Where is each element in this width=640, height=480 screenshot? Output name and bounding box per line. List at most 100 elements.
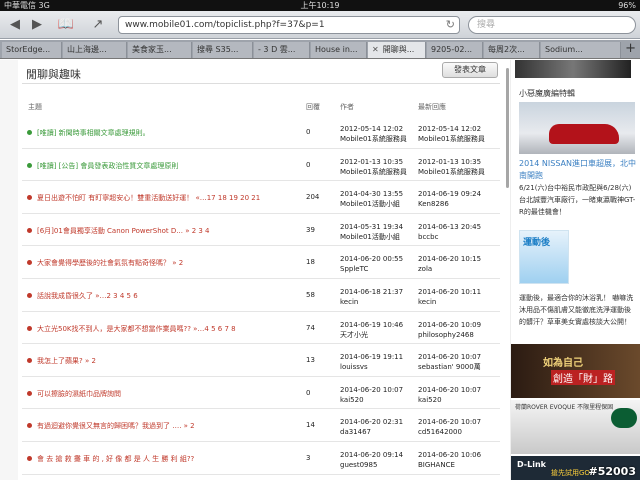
topic-title-link[interactable]: 話說我成昏很久了 »…2 3 4 5 6 <box>37 291 302 301</box>
table-row[interactable]: 會 去 搶 救 攤 車 的 , 好 像 都 是 人 生 勝 利 組?? 3 2014… <box>22 442 500 475</box>
author-name-link[interactable]: kecin <box>340 298 358 306</box>
table-row[interactable]: 大家會覺得學歷後的社會氣氛有點奇怪嗎？ » 2 18 2014-06-20 00:5… <box>22 246 500 279</box>
reload-icon[interactable]: ↻ <box>446 17 455 33</box>
table-row[interactable]: 夏日出遊不怕盯 有盯寧超安心！雙重活動送好運！ «…17 18 19 20 21… <box>22 181 500 214</box>
tab-sodium[interactable]: Sodium... <box>541 42 621 58</box>
share-icon[interactable]: ↗ <box>88 15 108 35</box>
last-reply-date: 2014-06-20 10:07 <box>418 385 482 394</box>
author-date: 2014-06-20 10:07 <box>340 385 404 394</box>
car-ad-banner[interactable] <box>515 60 631 78</box>
last-reply-author-link[interactable]: philosophy2468 <box>418 331 474 339</box>
last-reply-cell: 2014-06-20 10:15 zola <box>418 254 481 274</box>
tab-mountain-sea[interactable]: 山上海邊... <box>63 42 127 58</box>
scrollbar[interactable] <box>506 68 509 188</box>
table-row[interactable]: 我怎上了蘋果? » 2 13 2014-06-19 19:11 louissvs 201… <box>22 344 500 377</box>
topic-title-link[interactable]: [唯讀] 新聞時事相關文章處理規則。 <box>37 128 302 138</box>
new-tab-button[interactable]: + <box>625 41 636 56</box>
close-tab-icon[interactable]: ✕ <box>372 45 379 54</box>
topic-bullet-icon <box>27 162 32 168</box>
tab-chat-fun[interactable]: ✕ 開聊與... <box>368 42 426 58</box>
address-bar[interactable]: www.mobile01.com/topiclist.php?f=37&p=1 … <box>118 16 460 34</box>
table-row[interactable]: 話說我成昏很久了 »…2 3 4 5 6 58 2014-06-18 21:37 ke… <box>22 279 500 312</box>
topic-title-link[interactable]: 大家會覺得學歷後的社會氣氛有點奇怪嗎？ » 2 <box>37 258 302 268</box>
topic-title-link[interactable]: 有過迴避你覺很又無言的歸困嗎？我過到了 …. » 2 <box>37 421 302 431</box>
bookmarks-icon[interactable]: 📖 <box>56 15 76 35</box>
topic-bullet-icon <box>27 227 32 233</box>
tab-weekly[interactable]: 每周2次... <box>484 42 540 58</box>
topic-title-link[interactable]: 我怎上了蘋果? » 2 <box>37 356 302 366</box>
header-author: 作者 <box>340 103 354 111</box>
reply-count: 18 <box>306 258 315 267</box>
sidebar-title: 小惡魔廣編特輯 <box>519 89 575 98</box>
author-name-link[interactable]: Mobile01活動小組 <box>340 200 400 208</box>
author-name-link[interactable]: Mobile01活動小組 <box>340 233 400 241</box>
table-row[interactable]: 大立光50K找不到人，是大家都不想當作業員嗎?? »…4 5 6 7 8 74 20… <box>22 312 500 345</box>
search-input[interactable]: 搜尋 <box>468 16 636 34</box>
last-reply-author-link[interactable]: Mobile01系統服務員 <box>418 168 485 176</box>
last-reply-author-link[interactable]: zola <box>418 265 432 273</box>
author-name-link[interactable]: Mobile01系統服務員 <box>340 168 407 176</box>
last-reply-author-link[interactable]: BIGHANCE <box>418 461 455 469</box>
nissan-car-image[interactable] <box>519 102 635 154</box>
reply-count: 58 <box>306 291 315 299</box>
table-row[interactable]: [唯讀] 新聞時事相關文章處理規則。 0 2012-05-14 12:02 Mobil… <box>22 116 500 149</box>
author-name-link[interactable]: da31467 <box>340 428 371 436</box>
tab-house[interactable]: House in... <box>311 42 367 58</box>
battery-level: 96% <box>618 1 636 10</box>
table-row[interactable]: [唯讀] [公告] 會員發表政治性質文章處理原則 0 2012-01-13 10:3… <box>22 149 500 182</box>
reply-count: 0 <box>306 128 311 136</box>
sidebar-headline-link[interactable]: 2014 NISSAN進口車超展，北中南開跑 <box>519 158 637 182</box>
finance-ad-banner[interactable]: 如為自己 創造「財」路 <box>511 344 640 398</box>
author-date: 2014-04-30 13:55 <box>340 190 404 199</box>
tab-search-s35[interactable]: 搜尋 S35... <box>193 42 253 58</box>
last-reply-author-link[interactable]: kecin <box>418 298 436 306</box>
topic-title-link[interactable]: [唯讀] [公告] 會員發表政治性質文章處理原則 <box>37 161 302 171</box>
left-gutter <box>0 60 18 480</box>
post-article-button[interactable]: 發表文章 <box>442 62 498 78</box>
table-row[interactable]: 可以擦臉的濕紙巾品牌詢問 0 2014-06-20 10:07 kai520 2014-… <box>22 377 500 410</box>
table-row[interactable]: [6月]01會員獨享活動 Canon PowerShot D... » 2 3 … <box>22 214 500 247</box>
author-name-link[interactable]: kai520 <box>340 396 364 404</box>
last-reply-author-link[interactable]: cd51642000 <box>418 428 462 436</box>
bodywash-image[interactable]: 運動後 <box>519 230 569 284</box>
author-name-link[interactable]: 天才小光 <box>340 331 368 339</box>
tab-gourmet[interactable]: 美食家玉... <box>128 42 192 58</box>
topic-bullet-icon <box>27 260 32 266</box>
author-name-link[interactable]: SppleTC <box>340 265 368 273</box>
last-reply-cell: 2012-05-14 12:02 Mobile01系統服務員 <box>418 124 485 144</box>
forward-icon[interactable]: ▶ <box>28 15 46 35</box>
author-date: 2014-06-18 21:37 <box>340 288 404 296</box>
last-reply-author-link[interactable]: Ken8286 <box>418 200 449 208</box>
last-reply-date: 2014-06-19 09:24 <box>418 190 482 199</box>
reply-count: 204 <box>306 193 320 202</box>
sidebar-desc2: 運動後，最適合你的沐浴乳！ 嚇嘛洗沐用品不傷肌膚又能徹底洗淨運動後的髒汗？草車美… <box>519 294 634 326</box>
tab-9205[interactable]: 9205-02... <box>427 42 483 58</box>
author-cell: 2014-06-20 10:07 kai520 <box>340 385 403 405</box>
author-name-link[interactable]: louissvs <box>340 363 368 371</box>
land-rover-ad-banner[interactable]: 荷蘭ROVER EVOQUE 不限里程保固 <box>511 400 640 454</box>
author-date: 2014-06-19 10:46 <box>340 320 404 329</box>
table-row[interactable]: 有過迴避你覺很又無言的歸困嗎？我過到了 …. » 2 14 2014-06-20 0… <box>22 409 500 442</box>
last-reply-author-link[interactable]: Mobile01系統服務員 <box>418 135 485 143</box>
last-reply-date: 2012-05-14 12:02 <box>418 125 482 133</box>
topic-title-link[interactable]: 會 去 搶 救 攤 車 的 , 好 像 都 是 人 生 勝 利 組?? <box>37 454 302 464</box>
topic-title-link[interactable]: 大立光50K找不到人，是大家都不想當作業員嗎?? »…4 5 6 7 8 <box>37 324 302 334</box>
author-name-link[interactable]: Mobile01系統服務員 <box>340 135 407 143</box>
page-title: 閒聊與趣味 <box>26 68 81 81</box>
author-date: 2014-06-20 09:14 <box>340 451 404 459</box>
topic-bullet-icon <box>27 325 32 331</box>
author-date: 2014-06-20 00:55 <box>340 255 404 264</box>
last-reply-author-link[interactable]: sebastian' 9000萬 <box>418 363 481 371</box>
topic-title-link[interactable]: [6月]01會員獨享活動 Canon PowerShot D... » 2 3 … <box>37 226 302 236</box>
land-rover-logo-icon <box>611 408 637 428</box>
back-icon[interactable]: ◀ <box>6 15 24 35</box>
last-reply-author-link[interactable]: bccbc <box>418 233 438 241</box>
topic-title-link[interactable]: 可以擦臉的濕紙巾品牌詢問 <box>37 389 302 399</box>
last-reply-cell: 2014-06-20 10:07 cd51642000 <box>418 417 481 437</box>
tab-3d-cloud[interactable]: - 3 D 雲... <box>254 42 310 58</box>
author-name-link[interactable]: guest0985 <box>340 461 377 469</box>
author-date: 2014-06-19 19:11 <box>340 353 404 362</box>
topic-title-link[interactable]: 夏日出遊不怕盯 有盯寧超安心！雙重活動送好運！ «…17 18 19 20 21 <box>37 193 302 203</box>
last-reply-author-link[interactable]: kai520 <box>418 396 442 404</box>
tab-storedge[interactable]: StorEdge... <box>2 42 62 58</box>
